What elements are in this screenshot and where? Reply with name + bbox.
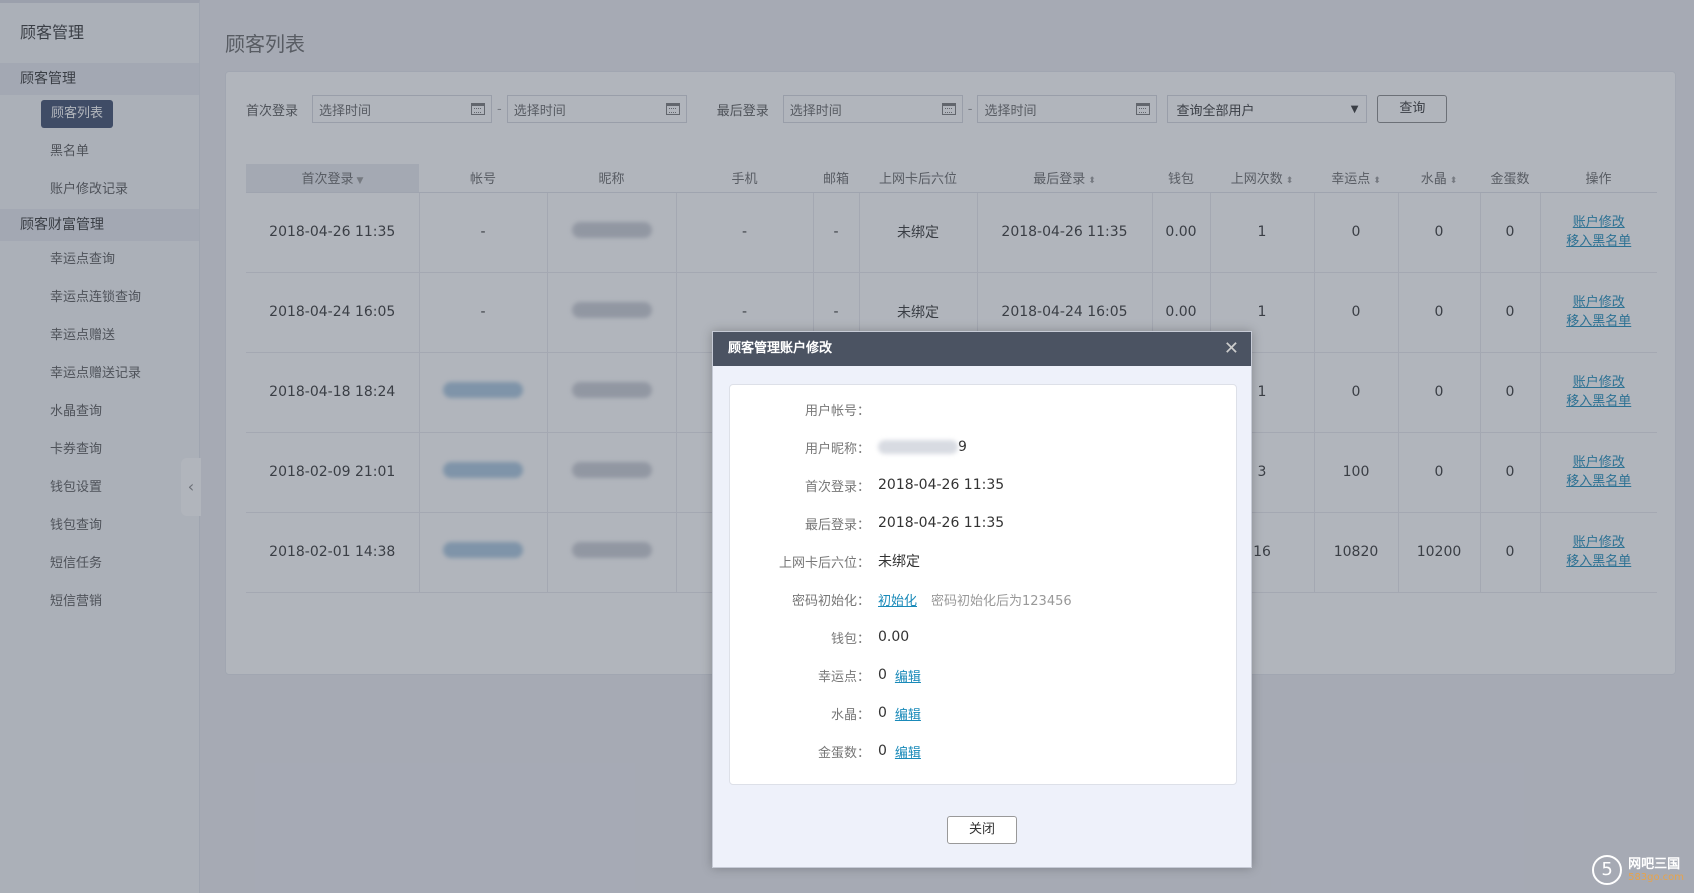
password-reset-link[interactable]: 初始化: [878, 590, 917, 609]
field-crystal: 水晶： 0 编辑: [830, 704, 921, 723]
field-luck: 幸运点： 0 编辑: [817, 666, 921, 685]
modal-header: 顾客管理账户修改 ✕: [713, 332, 1251, 366]
watermark: 5 网吧三国 583go.com: [1592, 855, 1684, 885]
field-wallet: 钱包： 0.00: [830, 629, 910, 647]
close-icon[interactable]: ✕: [1224, 332, 1239, 366]
field-card: 上网卡后六位： 未绑定: [778, 554, 920, 571]
edit-luck-link[interactable]: 编辑: [895, 666, 921, 685]
account-edit-modal: 顾客管理账户修改 ✕ 用户帐号： 用户昵称： 9 首次登录： 2018-04-2…: [712, 331, 1252, 868]
field-eggs: 金蛋数： 0 编辑: [817, 742, 921, 761]
edit-eggs-link[interactable]: 编辑: [895, 742, 921, 761]
field-account: 用户帐号：: [804, 403, 870, 419]
edit-crystal-link[interactable]: 编辑: [895, 704, 921, 723]
close-button[interactable]: 关闭: [947, 816, 1017, 844]
password-hint: 密码初始化后为123456: [931, 593, 1072, 609]
field-first-login: 首次登录： 2018-04-26 11:35: [804, 477, 1005, 495]
field-nickname: 用户昵称： 9: [804, 439, 967, 457]
modal-body: 用户帐号： 用户昵称： 9 首次登录： 2018-04-26 11:35 最后登…: [729, 384, 1237, 785]
redacted-nickname: [878, 440, 958, 454]
field-password: 密码初始化： 初始化 密码初始化后为123456: [730, 589, 1236, 609]
modal-title: 顾客管理账户修改: [728, 341, 833, 356]
watermark-logo-icon: 5: [1592, 855, 1623, 885]
field-last-login: 最后登录： 2018-04-26 11:35: [804, 515, 1005, 533]
